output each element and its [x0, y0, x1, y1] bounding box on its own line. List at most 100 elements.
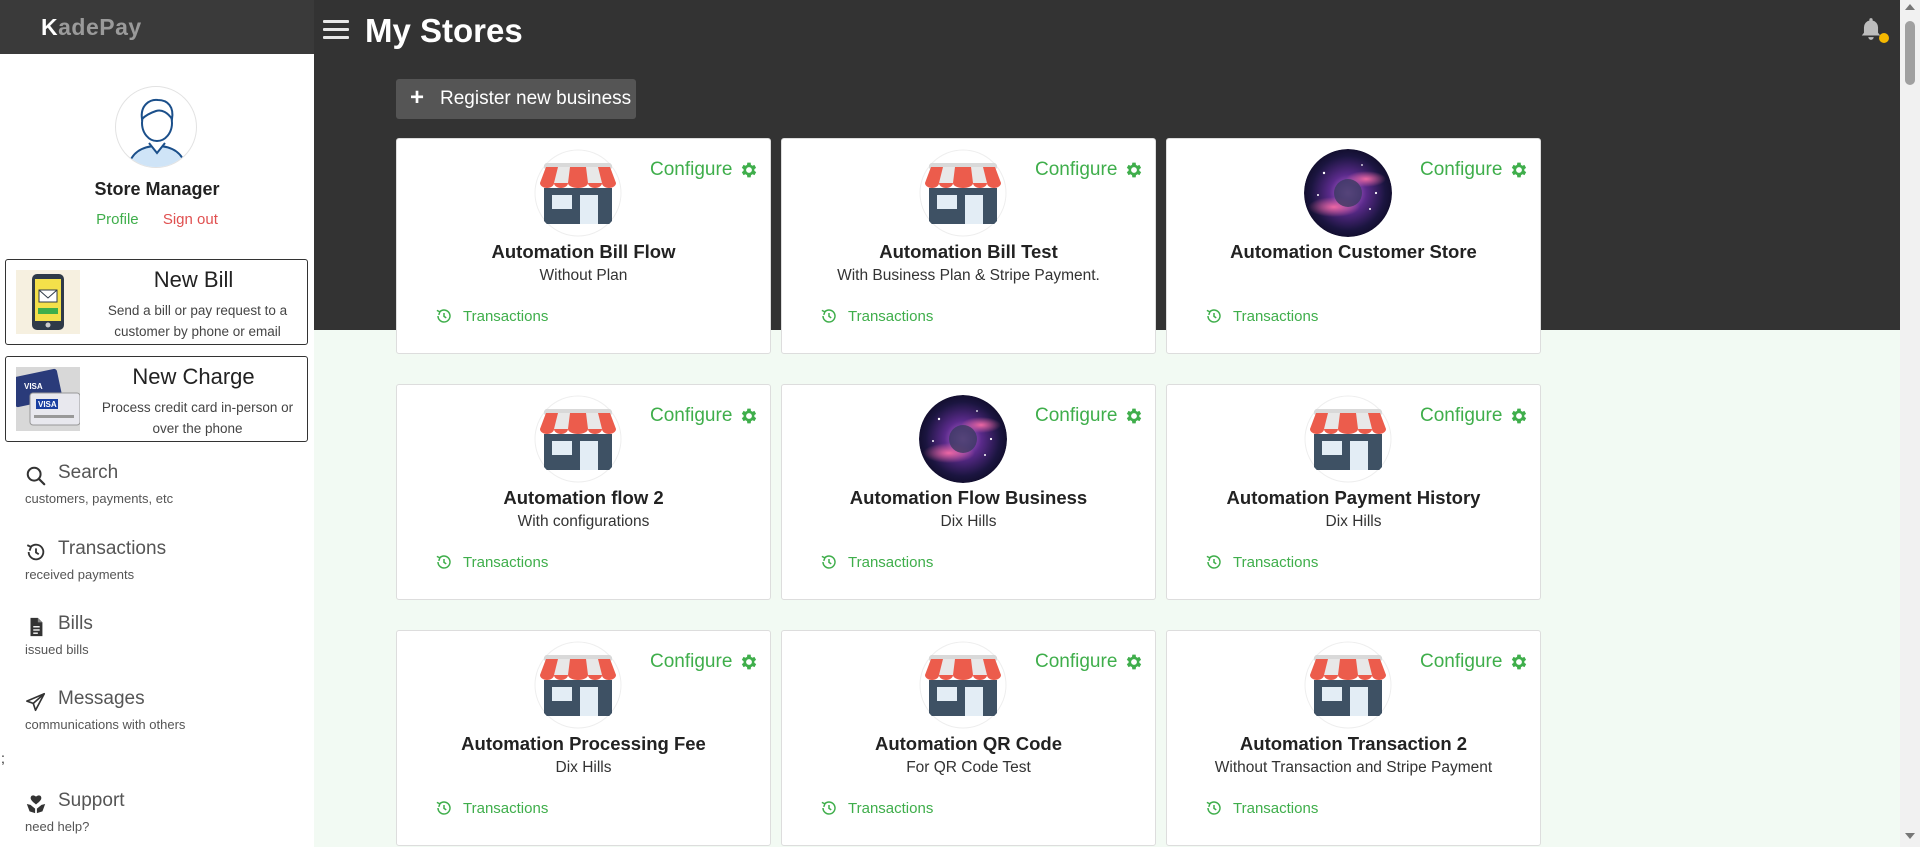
transactions-link[interactable]: Transactions [1205, 553, 1318, 571]
store-subtitle: For QR Code Test [906, 759, 1031, 776]
history-icon [436, 801, 451, 815]
register-business-button[interactable]: + Register new business [396, 79, 636, 119]
store-name[interactable]: Automation Transaction 2 [1167, 733, 1540, 755]
storefront-icon [534, 395, 622, 483]
logo-area: KadePay [0, 0, 314, 54]
search-icon [26, 466, 46, 486]
configure-button[interactable]: Configure [1420, 159, 1529, 181]
transactions-label: Transactions [1233, 553, 1319, 571]
nav-item-transactions[interactable]: Transactions received payments [25, 538, 305, 594]
document-icon [30, 617, 43, 637]
configure-button[interactable]: Configure [650, 651, 759, 673]
store-card[interactable]: Configure Automation Bill Flow Without Pla… [396, 138, 771, 354]
nav-label-support: Support [58, 790, 125, 811]
logo-text: adePay [58, 14, 142, 40]
configure-button[interactable]: Configure [650, 159, 759, 181]
store-card[interactable]: Configure Automation Customer Store Transa… [1166, 138, 1541, 354]
store-name[interactable]: Automation Customer Store [1167, 241, 1540, 263]
new-charge-description: Process credit card in-person or over th… [101, 400, 294, 436]
configure-label: Configure [650, 405, 733, 426]
store-card[interactable]: Configure Automation Bill Test With Busine… [781, 138, 1156, 354]
user-name: Store Manager [94, 179, 220, 199]
scroll-up-icon[interactable] [1905, 4, 1915, 10]
app-logo[interactable]: KadePay [41, 14, 142, 41]
nav-sub-support: need help? [25, 819, 90, 834]
store-name[interactable]: Automation Payment History [1167, 487, 1540, 509]
store-subtitle: Without Transaction and Stripe Payment [1214, 759, 1493, 776]
store-name[interactable]: Automation Processing Fee [397, 733, 770, 755]
transactions-label: Transactions [848, 799, 934, 817]
new-bill-description: Send a bill or pay request to a customer… [107, 303, 288, 339]
configure-label: Configure [1035, 405, 1118, 426]
gear-icon [1127, 162, 1142, 178]
menu-toggle-icon[interactable] [323, 20, 349, 40]
gear-icon [1512, 408, 1527, 424]
store-subtitle: Dix Hills [1325, 513, 1382, 530]
transactions-link[interactable]: Transactions [820, 553, 933, 571]
history-icon [821, 555, 836, 569]
store-card[interactable]: Configure Automation Transaction 2 Without… [1166, 630, 1541, 846]
logo-initial: K [41, 14, 59, 40]
send-icon [26, 692, 46, 712]
transactions-link[interactable]: Transactions [820, 799, 933, 817]
nav-item-support[interactable]: Support need help? [25, 790, 305, 846]
scroll-thumb[interactable] [1905, 21, 1915, 85]
history-icon [1206, 309, 1221, 323]
sidebar: Store Manager Profile Sign out New Bill … [0, 54, 314, 847]
store-card[interactable]: Configure Automation Processing Fee Dix Hi… [396, 630, 771, 846]
transactions-link[interactable]: Transactions [820, 307, 933, 325]
nav-sub-messages: communications with others [25, 717, 186, 732]
storefront-icon [919, 641, 1007, 729]
store-card[interactable]: Configure Automation QR Code For QR Code T… [781, 630, 1156, 846]
signout-link[interactable]: Sign out [163, 211, 218, 228]
credit-card-icon: VISA VISA [16, 367, 80, 431]
store-subtitle: Without Plan [539, 267, 628, 284]
gear-icon [742, 654, 757, 670]
store-name[interactable]: Automation QR Code [782, 733, 1155, 755]
scroll-down-icon[interactable] [1905, 833, 1915, 839]
gear-icon [1127, 654, 1142, 670]
history-icon [26, 543, 45, 561]
plus-icon: + [410, 84, 425, 111]
storefront-icon [534, 149, 622, 237]
nav-item-search[interactable]: Search customers, payments, etc [25, 462, 305, 518]
register-label: Register new business [440, 88, 632, 109]
nav-item-messages[interactable]: Messages communications with others [25, 688, 305, 744]
scrollbar[interactable] [1900, 0, 1920, 847]
store-card[interactable]: Configure Automation Payment History Dix H… [1166, 384, 1541, 600]
history-icon [821, 801, 836, 815]
store-name[interactable]: Automation flow 2 [397, 487, 770, 509]
new-bill-button[interactable]: New Bill Send a bill or pay request to a… [5, 259, 308, 345]
profile-link[interactable]: Profile [96, 211, 139, 228]
store-name[interactable]: Automation Bill Flow [397, 241, 770, 263]
transactions-link[interactable]: Transactions [435, 307, 548, 325]
storefront-icon [919, 149, 1007, 237]
transactions-link[interactable]: Transactions [1205, 307, 1318, 325]
transactions-link[interactable]: Transactions [435, 799, 548, 817]
store-name[interactable]: Automation Flow Business [782, 487, 1155, 509]
transactions-link[interactable]: Transactions [1205, 799, 1318, 817]
nav-label-bills: Bills [58, 613, 93, 634]
configure-button[interactable]: Configure [1035, 405, 1144, 427]
store-card[interactable]: Configure Automation flow 2 With configura… [396, 384, 771, 600]
store-card[interactable]: Configure Automation Flow Business Dix Hil… [781, 384, 1156, 600]
galaxy-image [919, 395, 1007, 483]
gear-icon [742, 162, 757, 178]
storefront-icon [1304, 395, 1392, 483]
configure-label: Configure [1420, 159, 1503, 180]
new-charge-button[interactable]: VISA VISA New Charge Process credit card… [5, 356, 308, 442]
store-name[interactable]: Automation Bill Test [782, 241, 1155, 263]
configure-button[interactable]: Configure [1035, 159, 1144, 181]
configure-button[interactable]: Configure [1420, 651, 1529, 673]
configure-label: Configure [1035, 651, 1118, 672]
avatar[interactable] [115, 86, 197, 168]
transactions-label: Transactions [463, 799, 549, 817]
gear-icon [1127, 408, 1142, 424]
configure-button[interactable]: Configure [650, 405, 759, 427]
nav-item-bills[interactable]: Bills issued bills [25, 613, 305, 669]
history-icon [436, 309, 451, 323]
configure-label: Configure [1420, 405, 1503, 426]
configure-button[interactable]: Configure [1035, 651, 1144, 673]
configure-button[interactable]: Configure [1420, 405, 1529, 427]
transactions-link[interactable]: Transactions [435, 553, 548, 571]
